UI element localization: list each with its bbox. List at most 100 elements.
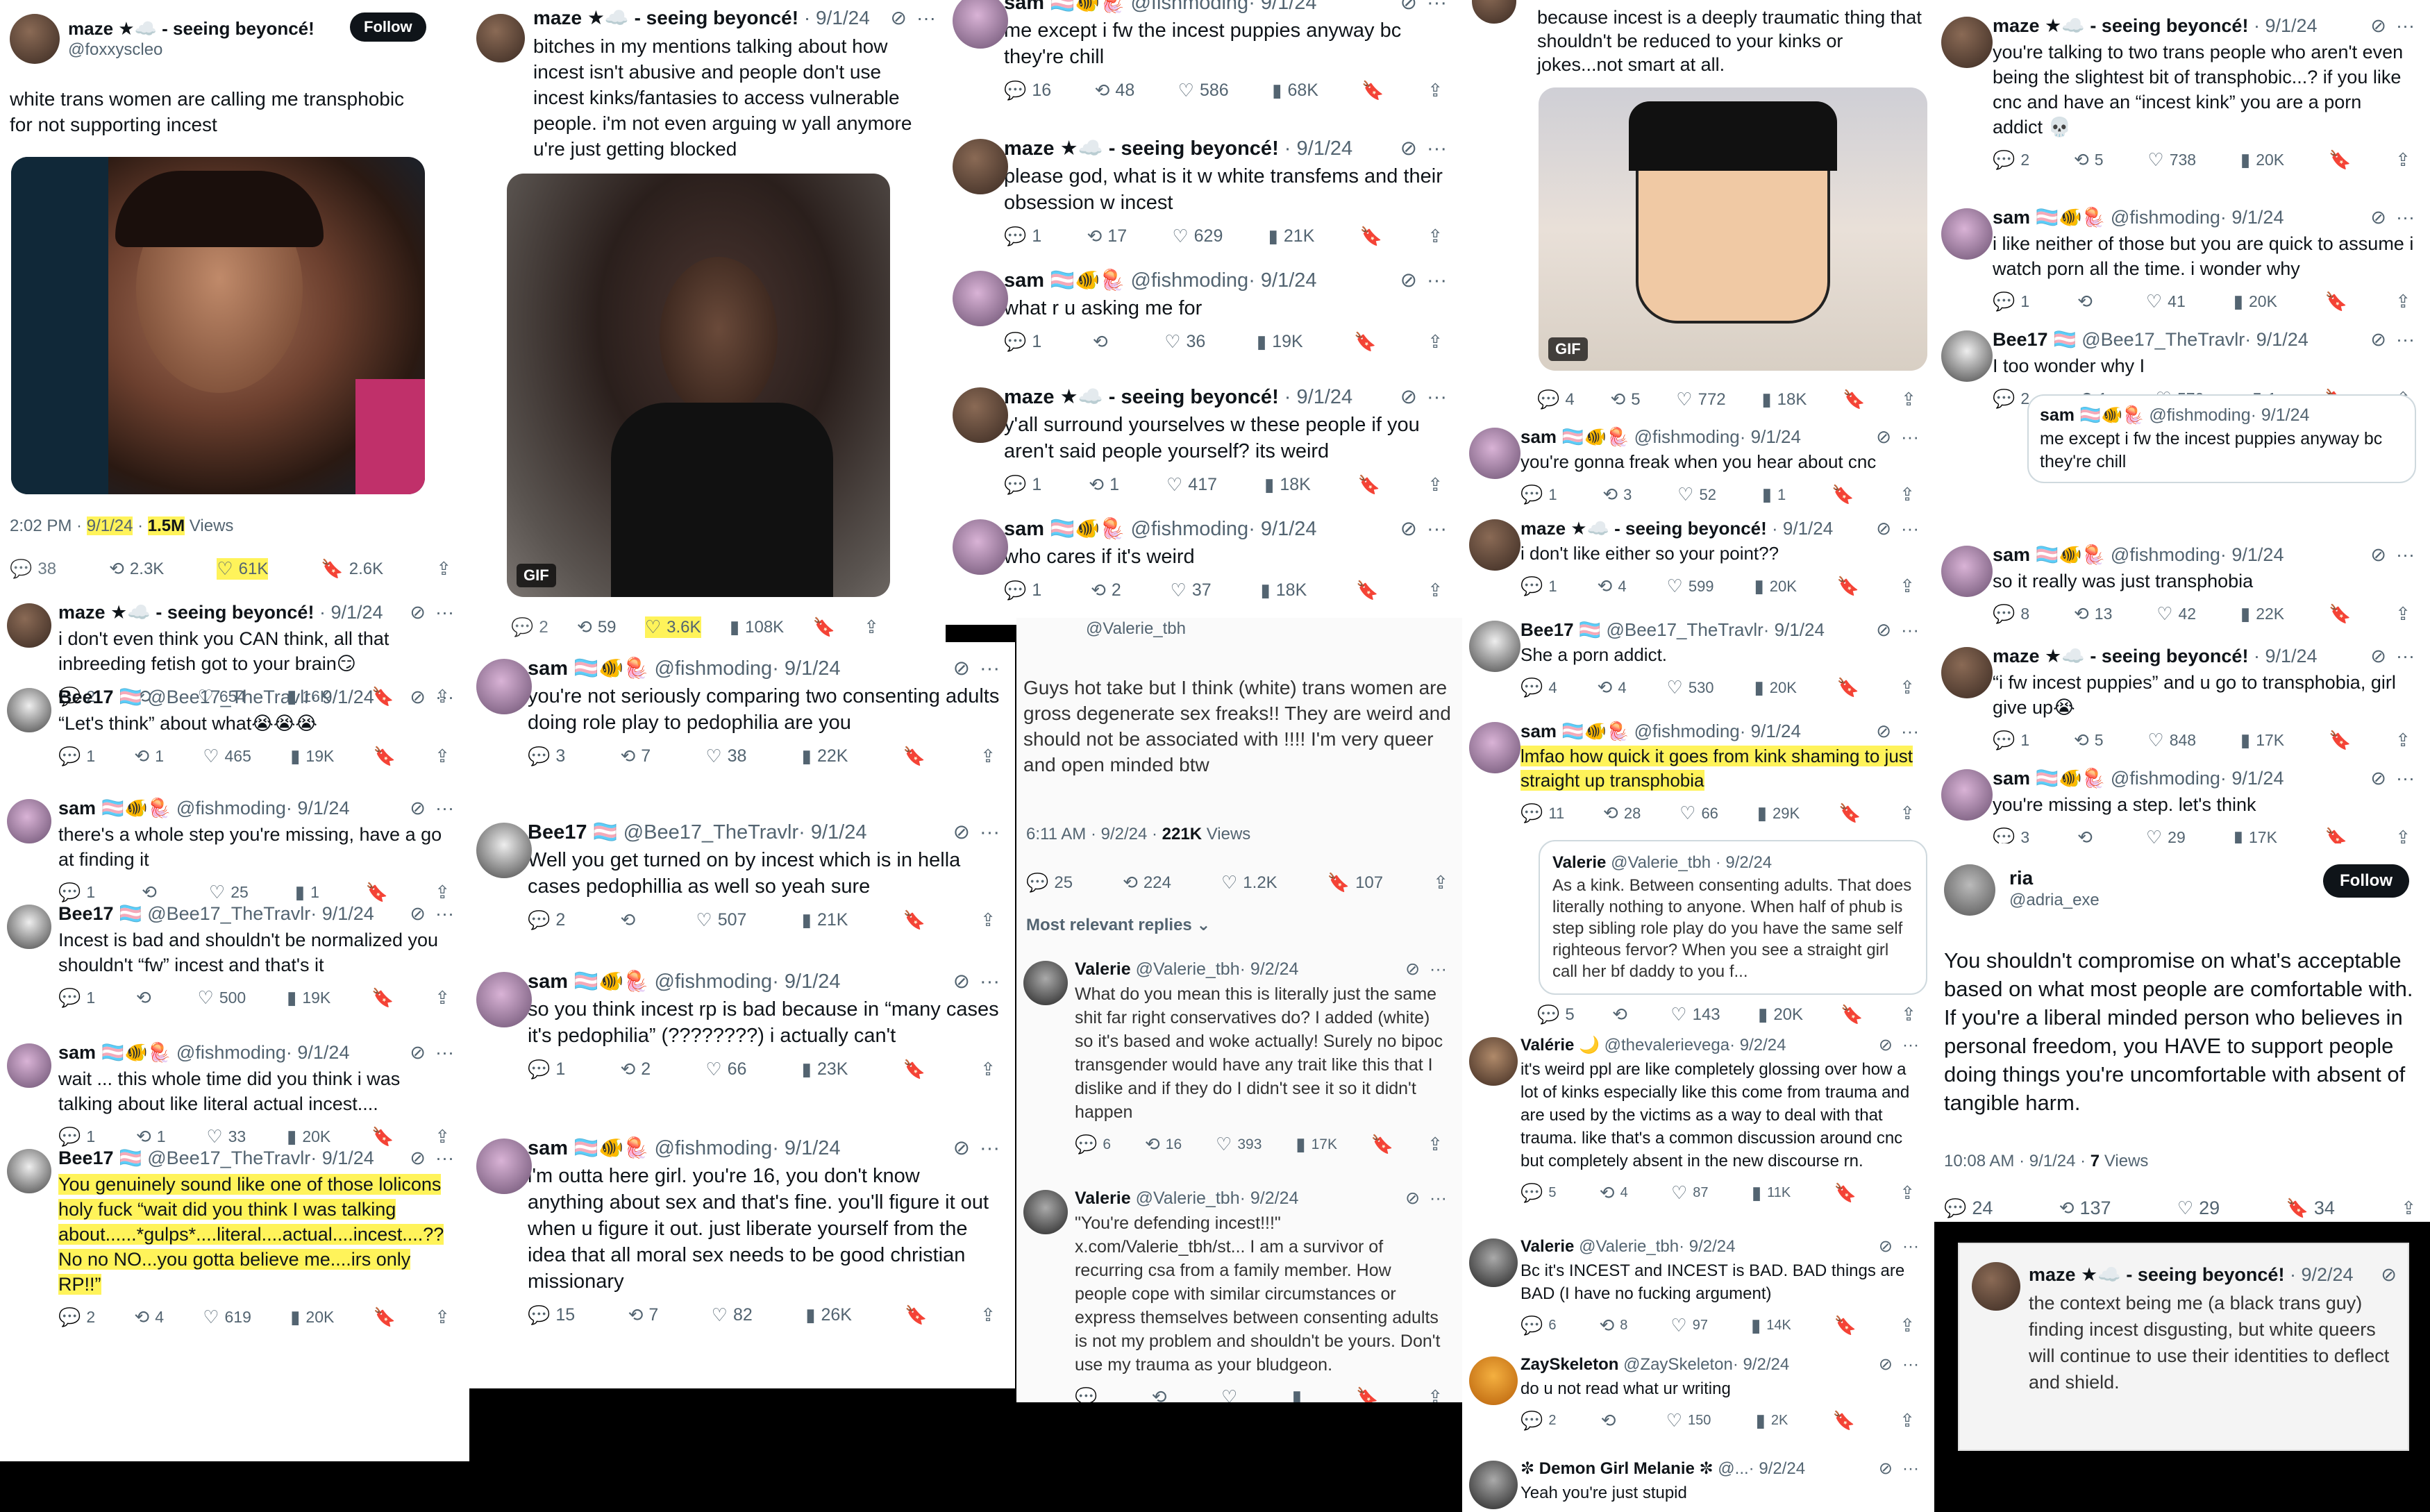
author-name[interactable]: sam 🏳️‍⚧️🐠🪼 [528, 1137, 648, 1159]
avatar[interactable] [1469, 519, 1520, 571]
retweet-button[interactable]: ⟲ [1612, 1004, 1633, 1025]
reply-tweet[interactable]: Bee17 🏳️‍⚧️ @Bee17_TheTravlr· 9/1/24 ···… [0, 685, 469, 767]
share-button[interactable]: ⇪ [1901, 1004, 1916, 1025]
retweet-button[interactable]: ⟲ [1601, 1410, 1622, 1431]
reply-button[interactable]: 💬 1 [58, 987, 95, 1009]
avatar[interactable] [1023, 961, 1068, 1005]
bookmark-button[interactable]: 🔖 [812, 616, 835, 638]
more-icon[interactable]: ··· [2396, 543, 2415, 567]
views-button[interactable]: ▮ 21K [1268, 226, 1315, 247]
retweet-button[interactable]: ⟲1 [136, 1126, 166, 1148]
more-icon[interactable]: ··· [1430, 1187, 1447, 1210]
bookmark-button[interactable]: 🔖 [1358, 474, 1380, 496]
like-button[interactable]: ♡ 29 [2146, 827, 2186, 843]
avatar[interactable] [1023, 1190, 1068, 1234]
reply-button[interactable]: 💬 1 [1004, 331, 1041, 353]
share-button[interactable]: ⇪ [1427, 80, 1443, 101]
reply-button[interactable]: 💬 1 [1004, 226, 1041, 247]
more-icon[interactable]: ··· [2396, 14, 2415, 38]
views-button[interactable]: ▮ 20K [287, 1126, 330, 1148]
views-button[interactable]: ▮ 17K [2240, 730, 2284, 751]
grok-icon[interactable]: ⊘ [2370, 644, 2386, 669]
grok-icon[interactable]: ⊘ [1876, 516, 1891, 540]
reply-tweet[interactable]: sam 🏳️‍⚧️🐠🪼 @fishmoding· 9/1/24 ··· ⊘ lm… [1462, 719, 1934, 824]
author-name[interactable]: maze ★☁️ - seeing beyoncé! [1520, 518, 1767, 539]
grok-icon[interactable]: ⊘ [410, 796, 426, 821]
retweet-button[interactable]: ⟲ 7 [620, 746, 651, 767]
bookmark-button[interactable]: 🔖 107 [1327, 872, 1383, 893]
more-icon[interactable]: ··· [2396, 644, 2415, 669]
author-handle[interactable]: @fishmoding [655, 971, 773, 993]
author-name[interactable]: Bee17 🏳️‍⚧️ [58, 903, 142, 924]
grok-icon[interactable]: ⊘ [410, 902, 426, 926]
more-icon[interactable]: ··· [435, 1041, 454, 1065]
bookmark-button[interactable]: 🔖 [1354, 331, 1376, 353]
author-name[interactable]: Valerie [1075, 1188, 1131, 1208]
reply-tweet[interactable]: Bee17 🏳️‍⚧️ @Bee17_TheTravlr· 9/1/24 ···… [1462, 618, 1934, 698]
grok-icon[interactable]: ⊘ [2370, 205, 2386, 230]
like-button[interactable]: ♡ 530 [1667, 677, 1714, 698]
bookmark-button[interactable]: 🔖 [1833, 1410, 1855, 1431]
views-button[interactable]: ▮ 20K [1758, 1004, 1803, 1025]
retweet-button[interactable]: ⟲ 8 [1599, 1315, 1627, 1336]
like-button[interactable]: ♡ 772 [1676, 389, 1725, 410]
bookmark-button[interactable]: 🔖 [2325, 827, 2347, 843]
reply-tweet[interactable]: Bee17 🏳️‍⚧️ @Bee17_TheTravlr· 9/1/24 ···… [0, 1146, 469, 1328]
views-button[interactable]: ▮ 26K [805, 1304, 852, 1326]
grok-icon[interactable]: ⊘ [953, 969, 970, 995]
reply-tweet[interactable]: ZaySkeleton @ZaySkeleton· 9/2/24 ··· ⊘ d… [1462, 1354, 1934, 1431]
author-name[interactable]: Valerie [1075, 959, 1131, 979]
grok-icon[interactable]: ⊘ [953, 1136, 970, 1161]
reply-button[interactable]: 💬 1 [1993, 291, 2029, 312]
reply-button[interactable]: 💬 6 [1075, 1134, 1111, 1155]
share-button[interactable]: ⇪ [980, 909, 996, 931]
share-button[interactable]: ⇪ [864, 616, 879, 638]
avatar[interactable] [7, 799, 51, 843]
more-icon[interactable]: ··· [1901, 516, 1919, 540]
retweet-button[interactable]: ⟲ 3 [1602, 484, 1632, 505]
retweet-button[interactable]: ⟲ 4 [1598, 576, 1627, 597]
reply-tweet[interactable]: maze ★☁️ - seeing beyoncé! · 9/1/24 ··· … [946, 385, 1462, 496]
like-button[interactable]: ♡ 66 [705, 1059, 746, 1080]
avatar[interactable] [1944, 864, 1995, 916]
share-button[interactable]: ⇪ [435, 1307, 450, 1328]
avatar[interactable] [7, 905, 51, 949]
author-name[interactable]: ZaySkeleton [1520, 1355, 1618, 1374]
share-button[interactable]: ⇪ [435, 1126, 450, 1148]
grok-icon[interactable]: ⊘ [1405, 1187, 1420, 1210]
retweet-button[interactable]: ⟲ 2 [620, 1059, 651, 1080]
avatar[interactable] [7, 688, 51, 732]
author-handle[interactable]: @fishmoding [1131, 269, 1249, 292]
bookmark-button[interactable]: 🔖 [374, 746, 396, 767]
bookmark-button[interactable]: 🔖 [1843, 389, 1865, 410]
author-handle[interactable]: @... [1718, 1459, 1748, 1478]
share-button[interactable]: ⇪ [2395, 149, 2411, 171]
avatar[interactable] [953, 0, 1008, 49]
grok-icon[interactable]: ⊘ [410, 600, 426, 625]
replies-sort-dropdown[interactable]: Most relevant replies ⌄ [1026, 915, 1211, 935]
avatar[interactable] [476, 823, 532, 878]
avatar[interactable] [10, 14, 60, 64]
author-name[interactable]: sam 🏳️‍⚧️🐠🪼 [58, 798, 171, 818]
reply-tweet[interactable]: maze ★☁️ - seeing beyoncé! · 9/1/24 ··· … [1934, 14, 2430, 171]
reply-button[interactable]: 💬 24 [1944, 1198, 1993, 1219]
reply-button[interactable]: 💬 1 [58, 746, 95, 767]
like-button[interactable]: ♡ 38 [705, 746, 746, 767]
like-button[interactable]: ♡ 82 [712, 1304, 753, 1326]
views-button[interactable]: ▮ 18K [1264, 474, 1311, 496]
share-button[interactable]: ⇪ [1427, 1386, 1443, 1402]
views-button[interactable]: ▮ 20K [1754, 576, 1796, 597]
share-button[interactable]: ⇪ [1901, 389, 1916, 410]
like-button[interactable]: ♡ 143 [1670, 1004, 1720, 1025]
author-name[interactable]: sam 🏳️‍⚧️🐠🪼 [1004, 269, 1125, 292]
retweet-button[interactable]: ⟲ 5 [2074, 149, 2104, 171]
share-button[interactable]: ⇪ [2395, 291, 2411, 312]
bookmark-button[interactable]: 🔖 [1837, 677, 1859, 698]
author-name[interactable]: sam 🏳️‍⚧️🐠🪼 [1993, 207, 2105, 228]
share-button[interactable]: ⇪ [1900, 484, 1915, 505]
like-button[interactable]: ♡ 500 [198, 987, 246, 1009]
avatar[interactable] [1941, 17, 1993, 68]
reply-tweet[interactable]: sam 🏳️‍⚧️🐠🪼 @fishmoding· 9/1/24 ··· ⊘ i … [1934, 205, 2430, 312]
views-button[interactable]: ▮ 14K [1751, 1315, 1791, 1336]
reply-tweet[interactable]: Valerie @Valerie_tbh· 9/2/24 ··· ⊘ Bc it… [1462, 1236, 1934, 1336]
